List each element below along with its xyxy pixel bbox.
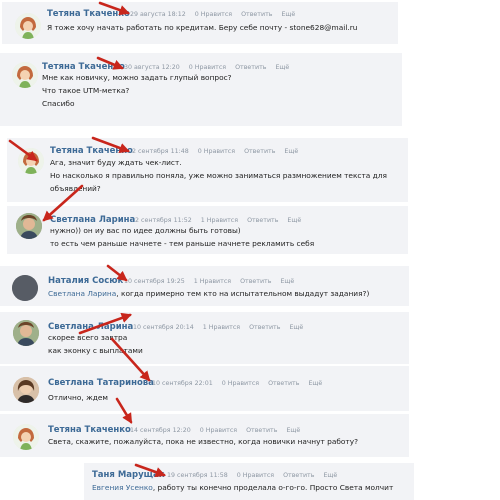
reply-button[interactable]: Ответить: [244, 148, 275, 155]
comment-line: то есть чем раньше начнете - тем раньше …: [50, 239, 315, 248]
comment-date[interactable]: 2 сентября 11:52: [135, 217, 192, 224]
reply-button[interactable]: Ответить: [268, 380, 299, 387]
comment-line: Евгения Усенко, работу ты конечно продел…: [92, 481, 393, 494]
reply-button[interactable]: Ответить: [240, 278, 271, 285]
avatar[interactable]: [15, 13, 41, 39]
more-button[interactable]: Ещё: [281, 11, 295, 18]
like-button[interactable]: 0 Нравится: [195, 11, 232, 18]
more-button[interactable]: Ещё: [275, 64, 289, 71]
comment-date[interactable]: 14 сентября 12:20: [130, 427, 191, 434]
comment-text: Света, скажите, пожалуйста, пока не изве…: [48, 435, 358, 448]
comment-date[interactable]: 19 сентября 11:58: [167, 472, 228, 479]
comment-author[interactable]: Тетяна Ткаченко: [48, 425, 131, 435]
like-button[interactable]: 0 Нравится: [237, 472, 274, 479]
more-button[interactable]: Ещё: [280, 278, 294, 285]
comment-meta: 2 сентября 11:48 0 Нравится Ответить Ещё: [132, 148, 307, 155]
comment-text: нужно)) он иу вас по идее должны быть го…: [50, 224, 314, 250]
like-button[interactable]: 1 Нравится: [194, 278, 231, 285]
reply-button[interactable]: Ответить: [235, 64, 266, 71]
more-button[interactable]: Ещё: [286, 427, 300, 434]
avatar[interactable]: [18, 148, 44, 174]
avatar[interactable]: [13, 320, 39, 346]
more-button[interactable]: Ещё: [284, 148, 298, 155]
comment-meta: 10 сентября 20:14 1 Нравится Ответить Ещё: [133, 324, 312, 331]
comment-line: Мне как новичку, можно задать глупый воп…: [42, 73, 232, 82]
comment-date[interactable]: 29 августа 18:12: [130, 11, 186, 18]
comment-date[interactable]: 30 августа 12:20: [124, 64, 180, 71]
like-button[interactable]: 0 Нравится: [200, 427, 237, 434]
comment-line: Света, скажите, пожалуйста, пока не изве…: [48, 437, 359, 446]
comment-line-rest: , работу ты конечно проделала о-го-го. П…: [152, 483, 394, 492]
comment-date[interactable]: 10 сентября 19:25: [124, 278, 185, 285]
avatar[interactable]: [13, 424, 39, 450]
reply-button[interactable]: Ответить: [249, 324, 280, 331]
comment-text: Ага, значит буду ждать чек-лист. Но наск…: [50, 156, 387, 195]
avatar[interactable]: [12, 275, 38, 301]
comment-text: Светлана Ларина, когда примерно тем кто …: [48, 287, 369, 300]
comment-card: [0, 366, 409, 411]
comment-text: Евгения Усенко, работу ты конечно продел…: [92, 481, 393, 494]
comment-text: Отлично, ждем: [48, 391, 108, 404]
comment-line: объявлений?: [50, 184, 101, 193]
comment-line: Светлана Ларина, когда примерно тем кто …: [48, 287, 369, 300]
comment-meta: 10 сентября 19:25 1 Нравится Ответить Ещё: [124, 278, 303, 285]
mention-link[interactable]: Светлана Ларина: [48, 289, 116, 298]
comment-author[interactable]: Тетяна Ткаченко: [50, 146, 133, 156]
more-button[interactable]: Ещё: [323, 472, 337, 479]
comment-meta: 30 августа 12:20 0 Нравится Ответить Ещё: [124, 64, 298, 71]
avatar[interactable]: [12, 62, 38, 88]
comment-line: Что такое UTM-метка?: [42, 86, 130, 95]
comment-author[interactable]: Таня Марущак: [92, 470, 165, 480]
comment-date[interactable]: 10 сентября 20:14: [133, 324, 194, 331]
comment-date[interactable]: 10 сентября 22:01: [152, 380, 213, 387]
avatar[interactable]: [13, 377, 39, 403]
comment-line: Отлично, ждем: [48, 393, 108, 402]
comment-author[interactable]: Светлана Татаринова: [48, 378, 154, 388]
reply-button[interactable]: Ответить: [247, 217, 278, 224]
comment-author[interactable]: Наталия Сосюк: [48, 276, 123, 286]
more-button[interactable]: Ещё: [289, 324, 303, 331]
reply-button[interactable]: Ответить: [241, 11, 272, 18]
more-button[interactable]: Ещё: [287, 217, 301, 224]
avatar[interactable]: [16, 213, 42, 239]
comment-meta: 14 сентября 12:20 0 Нравится Ответить Ещё: [130, 427, 309, 434]
comment-text: Я тоже хочу начать работать по кредитам.…: [47, 21, 357, 34]
comment-line: Я тоже хочу начать работать по кредитам.…: [47, 23, 358, 32]
comment-card: [0, 266, 409, 306]
like-button[interactable]: 0 Нравится: [222, 380, 259, 387]
more-button[interactable]: Ещё: [308, 380, 322, 387]
comment-meta: 10 сентября 22:01 0 Нравится Ответить Ещё: [152, 380, 331, 387]
like-button[interactable]: 0 Нравится: [198, 148, 235, 155]
comment-author[interactable]: Тетяна Ткаченко: [47, 9, 130, 19]
like-button[interactable]: 1 Нравится: [203, 324, 240, 331]
comment-line: скорее всего завтра: [48, 333, 128, 342]
comment-line: Ага, значит буду ждать чек-лист.: [50, 158, 182, 167]
comment-line: Но насколько я правильно поняла, уже мож…: [50, 171, 387, 180]
comment-line: нужно)) он иу вас по идее должны быть го…: [50, 226, 241, 235]
comment-line: как эконку с выплатами: [48, 346, 143, 355]
reply-button[interactable]: Ответить: [246, 427, 277, 434]
comment-line-rest: , когда примерно тем кто на испытательно…: [116, 289, 370, 298]
comment-meta: 2 сентября 11:52 1 Нравится Ответить Ещё: [135, 217, 310, 224]
comment-text: Мне как новичку, можно задать глупый воп…: [42, 71, 232, 110]
comment-meta: 19 сентября 11:58 0 Нравится Ответить Ещё: [167, 472, 346, 479]
comment-text: скорее всего завтра как эконку с выплата…: [48, 331, 143, 357]
reply-button[interactable]: Ответить: [283, 472, 314, 479]
like-button[interactable]: 1 Нравится: [201, 217, 238, 224]
mention-link[interactable]: Евгения Усенко: [92, 483, 153, 492]
comment-date[interactable]: 2 сентября 11:48: [132, 148, 189, 155]
comment-meta: 29 августа 18:12 0 Нравится Ответить Ещё: [130, 11, 304, 18]
comment-line: Спасибо: [42, 99, 75, 108]
like-button[interactable]: 0 Нравится: [189, 64, 226, 71]
